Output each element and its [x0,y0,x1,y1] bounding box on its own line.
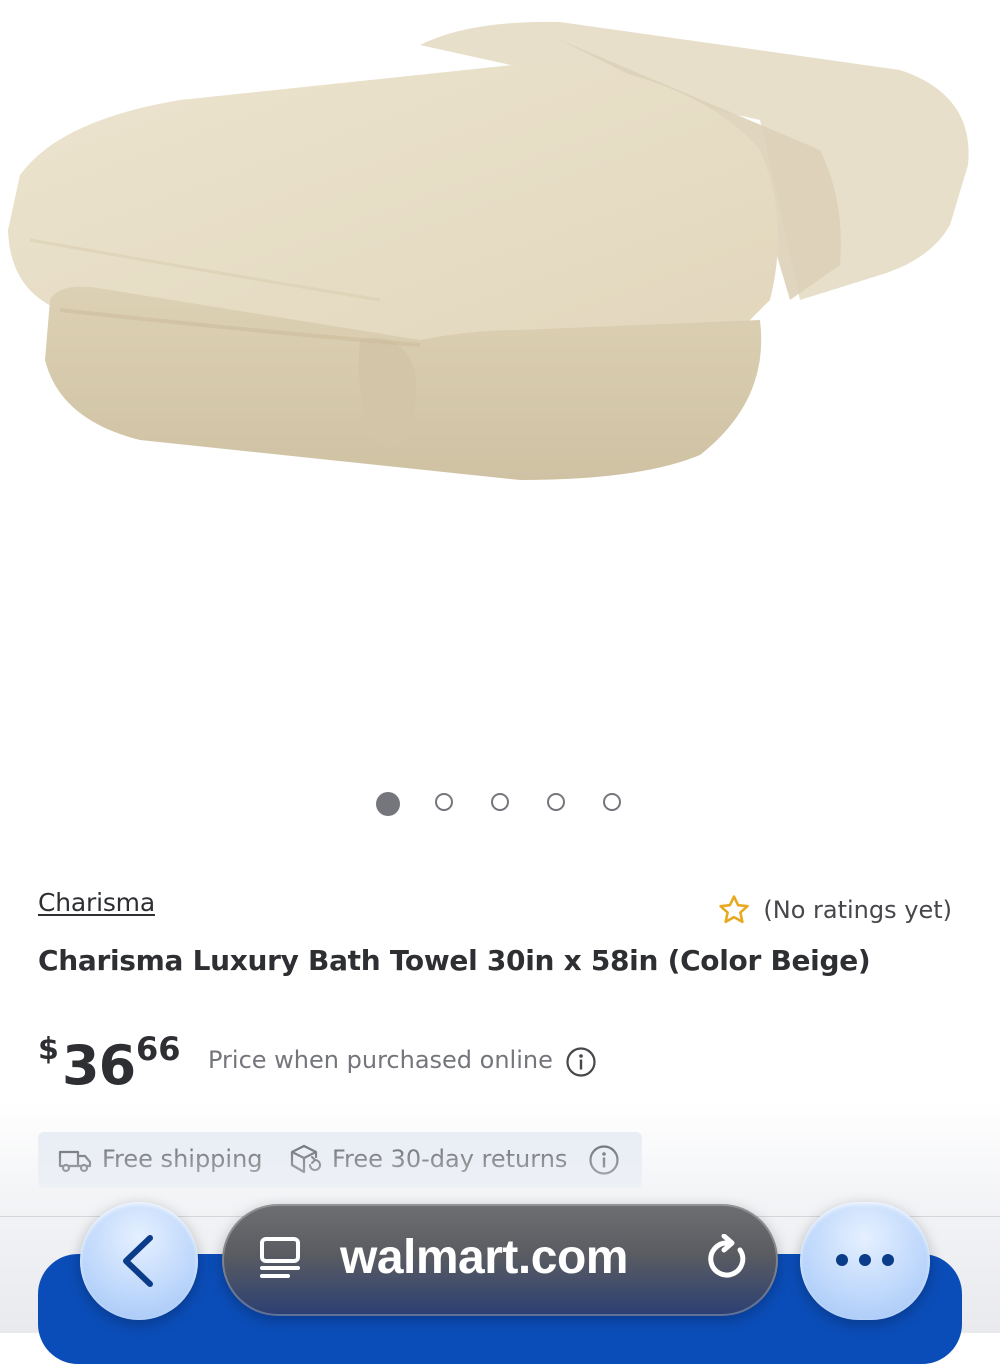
price-note: Price when purchased online [208,1046,553,1074]
free-returns-label: Free 30-day returns [332,1145,568,1173]
delivery-truck-icon [58,1150,92,1173]
carousel-dot-2[interactable] [435,793,453,811]
back-button[interactable] [80,1202,198,1320]
rating-summary[interactable]: (No ratings yet) [717,890,952,930]
folded-towel-image [8,21,969,480]
url-text[interactable]: walmart.com [340,1230,628,1285]
price-currency: $ [38,1032,59,1067]
product-title: Charisma Luxury Bath Towel 30in x 58in (… [38,944,871,977]
price-cents: 66 [136,1030,181,1068]
more-dots-icon [836,1254,848,1266]
product-image[interactable] [0,0,1000,760]
star-outline-icon [719,895,750,924]
carousel-dot-1[interactable] [376,792,400,816]
chevron-left-icon [123,1235,153,1287]
image-carousel-dots [0,791,1000,817]
carousel-dot-3[interactable] [491,793,509,811]
rating-text: (No ratings yet) [763,896,952,924]
more-dots-icon [859,1254,871,1266]
info-circle-icon[interactable] [565,1046,597,1078]
price-dollars: 36 [62,1034,136,1097]
brand-link[interactable]: Charisma [38,888,155,917]
reader-mode-icon[interactable] [258,1236,304,1282]
more-options-button[interactable] [800,1202,930,1320]
shipping-returns-banner: Free shipping Free 30-day returns [38,1132,642,1188]
info-circle-icon[interactable] [588,1144,620,1176]
free-shipping-label: Free shipping [102,1145,263,1173]
returns-box-icon [290,1144,321,1174]
address-bar[interactable]: walmart.com [222,1204,778,1316]
reload-icon[interactable] [702,1234,752,1284]
carousel-dot-5[interactable] [603,793,621,811]
carousel-dot-4[interactable] [547,793,565,811]
more-dots-icon [882,1254,894,1266]
